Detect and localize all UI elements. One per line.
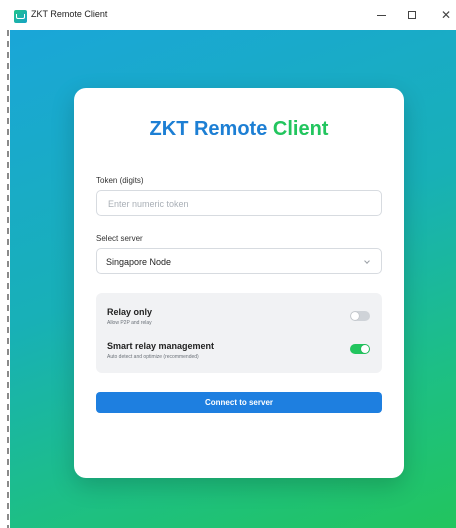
card-title-accent: Client [272, 118, 329, 140]
minimize-icon [376, 14, 386, 16]
maximize-button[interactable] [400, 6, 424, 24]
window-edge [0, 30, 10, 528]
relay-only-toggle[interactable] [350, 311, 370, 321]
connect-button[interactable]: Connect to server [96, 392, 382, 413]
maximize-icon [408, 11, 416, 19]
smart-relay-toggle[interactable] [350, 344, 370, 354]
toggle-knob [351, 312, 359, 320]
server-selected-value: Singapore Node [106, 257, 172, 267]
toggle-knob [361, 345, 369, 353]
card-title: ZKT Remote Client [74, 118, 404, 141]
title-bar[interactable]: ZKT Remote Client ✕ [0, 0, 456, 30]
minimize-button[interactable] [369, 6, 393, 24]
relay-only-subtitle: Allow P2P and relay [107, 320, 152, 326]
server-label: Select server [96, 234, 143, 243]
login-card: ZKT Remote Client Token (digits) Select … [74, 88, 404, 478]
close-button[interactable]: ✕ [434, 6, 456, 24]
token-field[interactable] [96, 190, 382, 217]
smart-relay-subtitle: Auto detect and optimize (recommended) [107, 354, 199, 360]
smart-relay-title: Smart relay management [107, 341, 215, 351]
token-input[interactable] [106, 191, 380, 217]
card-title-primary: ZKT Remote [149, 118, 268, 140]
app-window: ZKT Remote Client ✕ ZKT Remote Client To… [0, 0, 456, 528]
close-icon: ✕ [440, 8, 452, 22]
server-select[interactable]: Singapore Node [96, 248, 382, 274]
gradient-background: ZKT Remote Client Token (digits) Select … [10, 30, 456, 528]
app-icon [14, 10, 27, 23]
window-title: ZKT Remote Client [31, 9, 108, 19]
relay-only-title: Relay only [107, 307, 153, 317]
chevron-down-icon [364, 258, 370, 264]
token-label: Token (digits) [96, 176, 144, 185]
options-panel: Relay only Allow P2P and relay Smart rel… [96, 293, 382, 373]
